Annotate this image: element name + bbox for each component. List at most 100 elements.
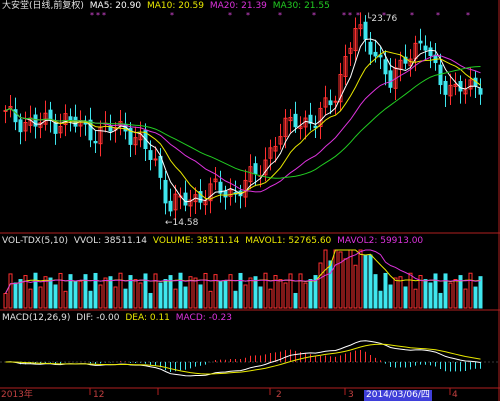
volume-bar bbox=[263, 272, 268, 309]
signal-marker: * bbox=[382, 11, 386, 20]
volume-bar bbox=[338, 251, 343, 309]
stock-chart-window[interactable]: 大安堂(日线,前复权) MA5: 20.90 MA10: 20.59 MA20:… bbox=[0, 0, 500, 401]
volume-bar bbox=[98, 284, 103, 309]
candle-body bbox=[368, 41, 373, 55]
volume-bar bbox=[258, 286, 263, 309]
mavol2-value: MAVOL2: 59913.00 bbox=[337, 236, 424, 246]
volume-bar bbox=[383, 272, 388, 309]
ma20-value: MA20: 21.39 bbox=[209, 1, 267, 11]
signal-marker: * bbox=[410, 11, 414, 20]
ma30-value: MA30: 21.55 bbox=[272, 1, 330, 11]
volume-bar bbox=[243, 284, 248, 309]
volume-bar bbox=[223, 280, 228, 309]
candle-body bbox=[68, 116, 73, 120]
volume-bar bbox=[53, 284, 58, 309]
volume-bar bbox=[163, 279, 168, 309]
candle-body bbox=[418, 40, 423, 44]
low-price-label: ←14.58 bbox=[165, 218, 199, 228]
volume-bar bbox=[433, 273, 438, 309]
signal-marker: * bbox=[246, 11, 250, 20]
volume-bar bbox=[38, 286, 43, 309]
main-indicator-bar: 大安堂(日线,前复权) MA5: 20.90 MA10: 20.59 MA20:… bbox=[2, 1, 333, 12]
volume-indicator-bar: VOL-TDX(5,10) VVOL: 38511.14 VOLUME: 385… bbox=[2, 236, 426, 247]
volume-bar bbox=[28, 288, 33, 309]
candle-body bbox=[83, 122, 88, 125]
volume-bar bbox=[8, 273, 13, 309]
volume-bar bbox=[193, 277, 198, 309]
candle-body bbox=[478, 88, 483, 95]
volume-bar bbox=[293, 292, 298, 309]
chart-canvas[interactable] bbox=[0, 0, 500, 401]
volume-bar bbox=[448, 282, 453, 309]
volume-value: VOLUME: 38511.14 bbox=[152, 236, 240, 246]
volume-bar bbox=[318, 262, 323, 309]
volume-bar bbox=[178, 272, 183, 309]
volume-bar bbox=[48, 277, 53, 309]
signal-marker: * bbox=[278, 11, 282, 20]
ma5-value: MA5: 20.90 bbox=[89, 1, 142, 11]
macd-value: MACD: -0.23 bbox=[175, 313, 232, 323]
signal-marker: * bbox=[96, 11, 100, 20]
mavol1-value: MAVOL1: 52765.60 bbox=[245, 236, 332, 246]
signal-marker: * bbox=[170, 11, 174, 20]
volume-bar bbox=[13, 282, 18, 309]
candle-body bbox=[423, 45, 428, 51]
volume-bar bbox=[298, 273, 303, 309]
volume-bar bbox=[113, 286, 118, 309]
volume-bar bbox=[103, 277, 108, 309]
volume-bar bbox=[403, 286, 408, 309]
signal-marker: * bbox=[228, 11, 232, 20]
volume-bar bbox=[153, 273, 158, 309]
volume-bar bbox=[443, 273, 448, 309]
volume-bar bbox=[283, 282, 288, 309]
volume-bar bbox=[388, 284, 393, 309]
time-label-12: 12 bbox=[93, 390, 105, 400]
volume-bar bbox=[413, 288, 418, 309]
volume-bar bbox=[228, 274, 233, 309]
volume-bar bbox=[208, 290, 213, 309]
volume-bar bbox=[378, 290, 383, 309]
candle-body bbox=[328, 100, 333, 106]
candle-body bbox=[168, 200, 173, 212]
volume-bar bbox=[73, 280, 78, 309]
selected-date-label[interactable]: 2014/03/06/四 bbox=[364, 390, 432, 401]
volume-bar bbox=[138, 282, 143, 309]
candle-body bbox=[148, 150, 153, 160]
vol-indicator-name: VOL-TDX(5,10) bbox=[2, 236, 69, 246]
volume-bar bbox=[188, 276, 193, 309]
volume-bar bbox=[18, 279, 23, 309]
volume-bar bbox=[148, 292, 153, 309]
volume-bar bbox=[358, 249, 363, 309]
volume-bar bbox=[133, 279, 138, 309]
volume-bar bbox=[268, 288, 273, 309]
signal-marker: * bbox=[90, 11, 94, 20]
macd-indicator-bar: MACD(12,26,9) DIF: -0.00 DEA: 0.11 MACD:… bbox=[2, 313, 235, 324]
ma10-value: MA10: 20.59 bbox=[146, 1, 204, 11]
volume-bar bbox=[248, 277, 253, 309]
volume-bar bbox=[323, 249, 328, 309]
volume-bar bbox=[353, 264, 358, 309]
volume-bar bbox=[363, 254, 368, 309]
signal-marker: * bbox=[436, 11, 440, 20]
volume-bar bbox=[173, 288, 178, 309]
volume-bar bbox=[393, 277, 398, 309]
volume-bar bbox=[373, 274, 378, 309]
candle-body bbox=[223, 190, 228, 198]
volume-bar bbox=[158, 282, 163, 309]
candle-body bbox=[18, 119, 23, 133]
dif-line bbox=[5, 340, 481, 377]
volume-bar bbox=[218, 280, 223, 309]
signal-marker: * bbox=[466, 11, 470, 20]
dea-value: DEA: 0.11 bbox=[125, 313, 170, 323]
candle-body bbox=[363, 21, 368, 40]
volume-bar bbox=[398, 276, 403, 309]
volume-bar bbox=[278, 279, 283, 309]
volume-bar bbox=[58, 272, 63, 309]
volume-bar bbox=[63, 290, 68, 309]
time-label-3: 3 bbox=[348, 390, 354, 400]
volume-bar bbox=[83, 274, 88, 309]
signal-marker: * bbox=[348, 11, 352, 20]
volume-bar bbox=[453, 278, 458, 309]
volume-bar bbox=[348, 249, 353, 309]
volume-bar bbox=[438, 292, 443, 309]
